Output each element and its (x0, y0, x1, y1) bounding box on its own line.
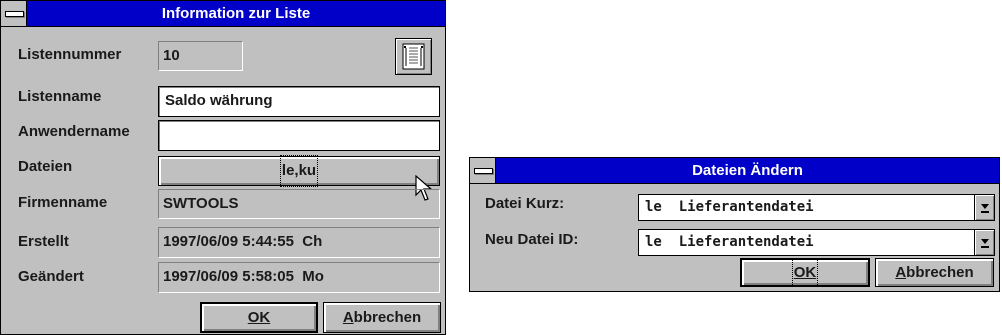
list-document-icon[interactable] (395, 38, 432, 75)
files-label: Dateien (18, 158, 73, 175)
dropdown-arrow-icon (981, 204, 989, 213)
new-file-id-label: Neu Datei ID: (485, 231, 579, 248)
system-menu-button[interactable] (1, 1, 27, 26)
created-value: 1997/06/09 5:44:55 Ch (158, 227, 440, 258)
system-menu-icon (474, 168, 493, 174)
new-file-id-combobox[interactable]: le Lieferantendatei (638, 229, 995, 256)
company-name-label: Firmenname (18, 194, 108, 211)
user-name-label: Anwendername (18, 123, 130, 140)
new-file-id-dropdown-button[interactable] (974, 230, 994, 255)
modified-value: 1997/06/09 5:58:05 Mo (158, 262, 440, 293)
file-short-combobox[interactable]: le Lieferantendatei (638, 194, 995, 221)
cancel-button[interactable]: Abbrechen (875, 258, 994, 287)
company-name-value: SWTOOLS (158, 189, 440, 219)
list-number-value: 10 (158, 41, 243, 71)
files-button[interactable]: le,ku (158, 155, 440, 187)
ok-button[interactable]: OK (200, 302, 318, 333)
file-short-value: le Lieferantendatei (645, 199, 814, 215)
ok-button-label: OK (791, 258, 819, 287)
files-button-label: le,ku (279, 155, 319, 187)
cancel-button[interactable]: Abbrechen (323, 302, 441, 333)
title-bar: Information zur Liste (1, 1, 445, 27)
user-name-input[interactable] (158, 120, 440, 151)
system-menu-icon (5, 11, 24, 17)
change-files-dialog: Dateien Ändern Datei Kurz: le Lieferante… (469, 157, 1000, 292)
dialog-title: Dateien Ändern (692, 162, 803, 179)
list-info-dialog: Information zur Liste Listennummer 10 Li… (0, 0, 446, 335)
new-file-id-value: le Lieferantendatei (645, 234, 814, 250)
dialog-title: Information zur Liste (161, 5, 311, 22)
cancel-button-label: Abbrechen (895, 264, 974, 281)
file-short-dropdown-button[interactable] (974, 195, 994, 220)
title-bar: Dateien Ändern (470, 158, 999, 184)
system-menu-button[interactable] (470, 158, 496, 183)
dropdown-arrow-icon (981, 239, 989, 248)
list-number-label: Listennummer (18, 46, 122, 63)
ok-button-label: OK (247, 309, 271, 326)
created-label: Erstellt (18, 233, 69, 250)
list-name-label: Listenname (18, 88, 102, 105)
cancel-button-label: Abbrechen (342, 309, 422, 326)
ok-button[interactable]: OK (740, 258, 870, 287)
file-short-label: Datei Kurz: (485, 195, 565, 212)
modified-label: Geändert (18, 268, 84, 285)
list-name-input[interactable]: Saldo währung (158, 86, 440, 117)
